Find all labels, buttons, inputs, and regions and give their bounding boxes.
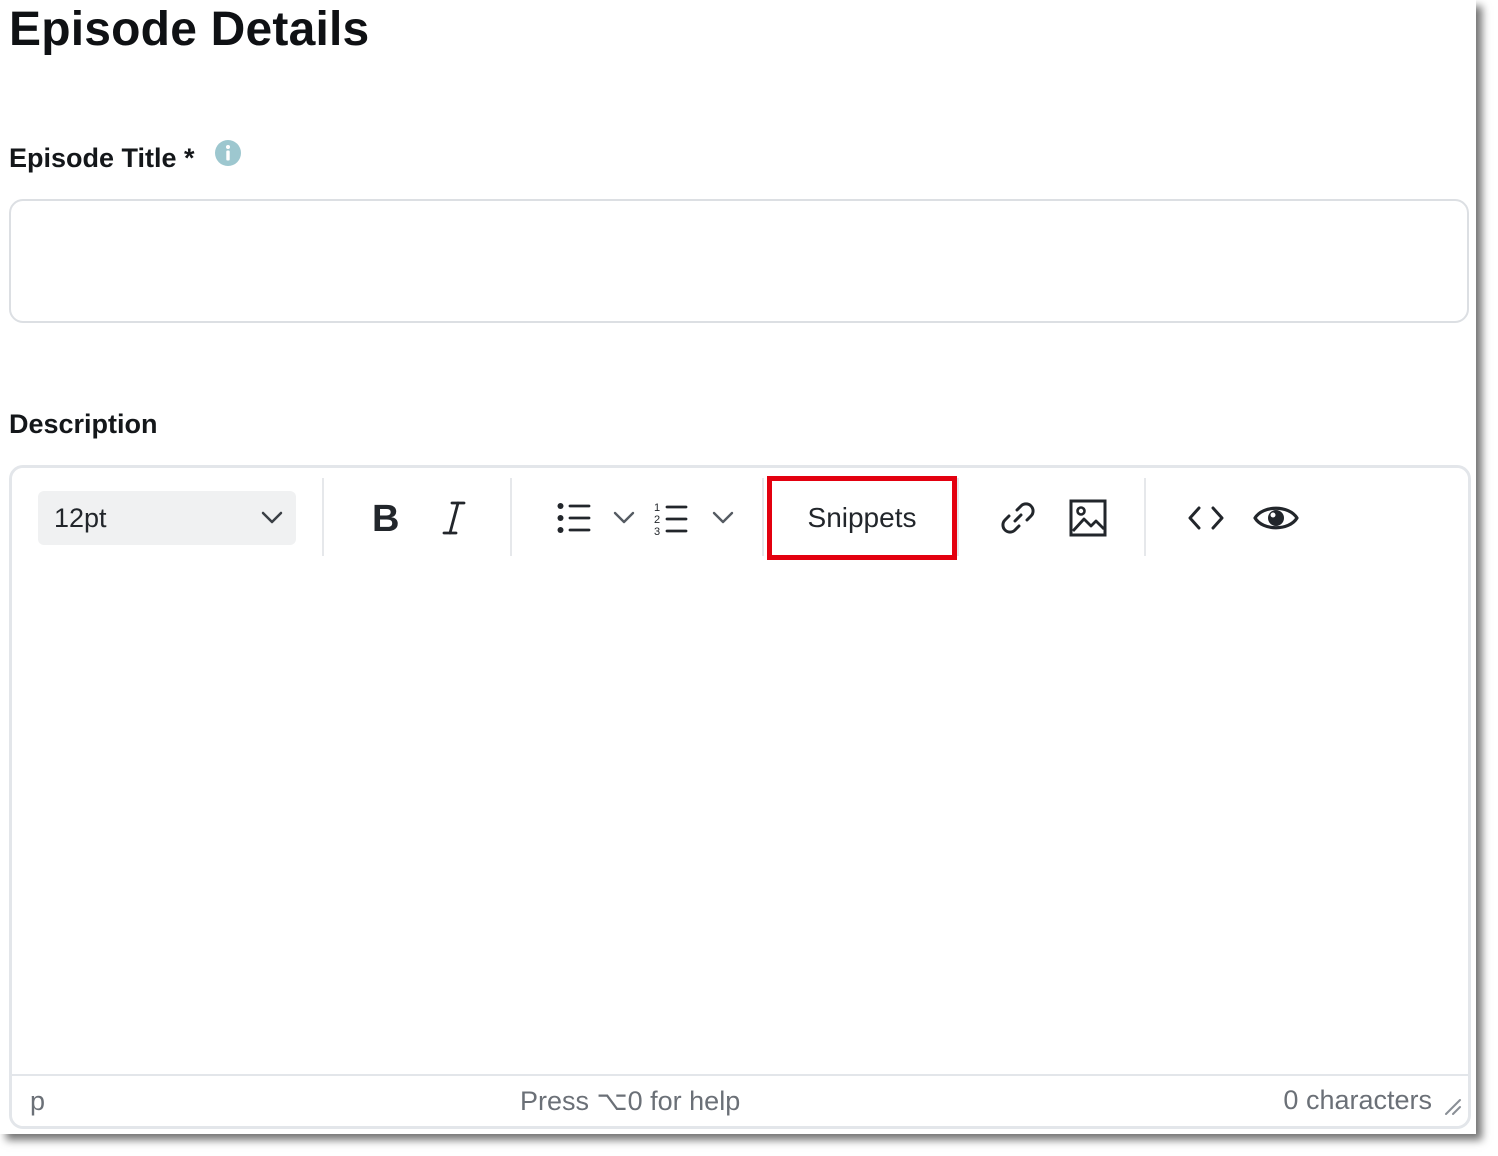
- editor-toolbar: 12pt B 1 2 3 Snippets: [12, 468, 1468, 564]
- bold-button[interactable]: B: [362, 492, 406, 544]
- source-code-button[interactable]: [1184, 492, 1228, 544]
- chevron-down-icon[interactable]: [613, 511, 635, 525]
- svg-text:1: 1: [654, 502, 660, 514]
- chevron-down-icon: [260, 507, 284, 529]
- image-icon: [1069, 499, 1107, 537]
- episode-details-page: Episode Details Episode Title * Descript…: [0, 0, 1476, 1134]
- svg-text:3: 3: [654, 526, 660, 535]
- page-title: Episode Details: [9, 3, 370, 56]
- description-label: Description: [9, 409, 158, 439]
- element-path[interactable]: p: [30, 1086, 45, 1117]
- editor-content-area[interactable]: [12, 564, 1468, 1074]
- episode-title-label: Episode Title *: [9, 143, 195, 173]
- italic-button[interactable]: [432, 492, 476, 544]
- help-hint: Press ⌥0 for help: [520, 1086, 741, 1116]
- snippets-button[interactable]: Snippets: [767, 476, 957, 560]
- font-size-value: 12pt: [54, 503, 107, 533]
- svg-text:2: 2: [654, 514, 660, 526]
- link-icon: [999, 499, 1037, 537]
- insert-image-button[interactable]: [1066, 492, 1110, 544]
- bullet-list-button[interactable]: [548, 492, 644, 544]
- toolbar-separator: [762, 478, 764, 556]
- bold-icon: B: [370, 501, 398, 535]
- resize-handle-icon[interactable]: [1442, 1096, 1462, 1116]
- description-editor: 12pt B 1 2 3 Snippets p Press ⌥0 for hel…: [9, 465, 1471, 1129]
- eye-icon: [1253, 502, 1299, 534]
- bullet-list-icon: [557, 502, 591, 534]
- toolbar-separator: [957, 478, 959, 556]
- toolbar-separator: [322, 478, 324, 556]
- info-circle-icon[interactable]: [214, 139, 242, 167]
- numbered-list-icon: 1 2 3: [654, 501, 688, 535]
- font-size-select[interactable]: 12pt: [38, 491, 296, 545]
- chevron-down-icon[interactable]: [712, 511, 734, 525]
- preview-button[interactable]: [1252, 492, 1300, 544]
- code-icon: [1188, 505, 1224, 531]
- toolbar-separator: [510, 478, 512, 556]
- character-count[interactable]: 0 characters: [1283, 1085, 1432, 1116]
- episode-title-input[interactable]: [9, 199, 1469, 323]
- editor-statusbar: p Press ⌥0 for help 0 characters: [12, 1074, 1468, 1126]
- numbered-list-button[interactable]: 1 2 3: [652, 492, 736, 544]
- insert-link-button[interactable]: [996, 492, 1040, 544]
- svg-text:B: B: [372, 501, 398, 535]
- toolbar-separator: [1144, 478, 1146, 556]
- italic-icon: [442, 500, 466, 536]
